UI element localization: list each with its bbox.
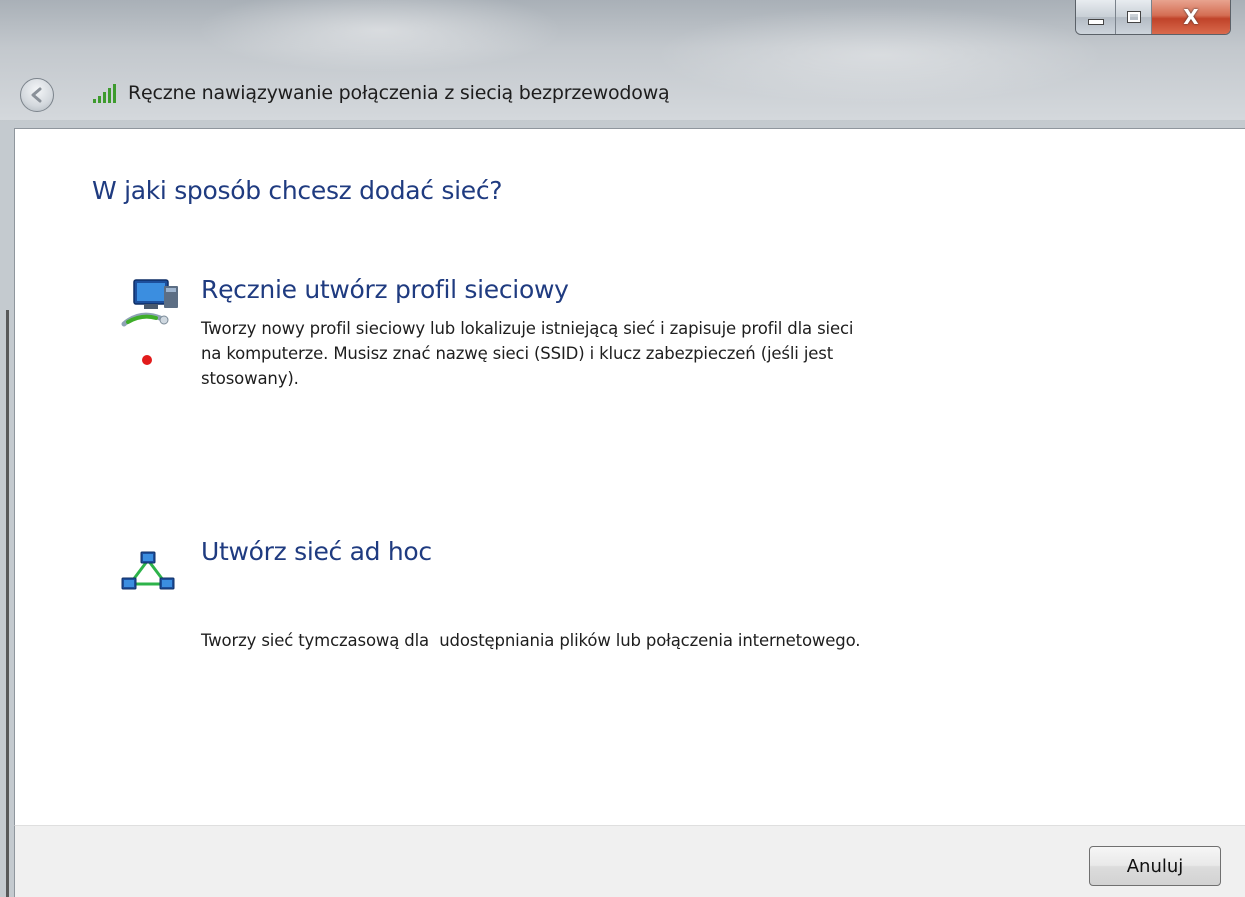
option-description-line: Tworzy nowy profil sieciowy lub lokalizu… [201,319,854,338]
back-arrow-icon [31,87,42,103]
content-area [14,128,1245,825]
option-description: Tworzy sieć tymczasową dla udostępniania… [201,578,1101,703]
minimize-button[interactable] [1076,0,1116,34]
network-computer-icon [121,279,178,327]
close-button[interactable]: X [1152,0,1230,34]
footer-bar [14,825,1245,897]
wireless-signal-icon [93,84,116,103]
window-left-edge [6,310,9,897]
option-description-line: Tworzy sieć tymczasową dla udostępniania… [201,631,861,650]
minimize-icon [1087,19,1104,25]
window-title: Ręczne nawiązywanie połączenia z siecią … [128,82,670,104]
option-description-line: na komputerze. Musisz znać nazwę sieci (… [201,344,834,363]
option-title[interactable]: Utwórz sieć ad hoc [201,537,432,566]
cancel-button[interactable]: Anuluj [1089,846,1221,886]
close-icon: X [1183,5,1199,29]
option-description-line: stosowany). [201,369,299,388]
red-marker-dot [142,355,152,365]
maximize-button[interactable] [1116,0,1152,34]
page-heading: W jaki sposób chcesz dodać sieć? [92,176,503,205]
caption-buttons: X [1075,0,1231,35]
maximize-icon [1126,11,1141,23]
adhoc-network-icon [121,551,175,590]
option-title[interactable]: Ręcznie utwórz profil sieciowy [201,275,569,304]
option-description: Tworzy nowy profil sieciowy lub lokalizu… [201,316,961,391]
back-button[interactable] [20,78,54,112]
